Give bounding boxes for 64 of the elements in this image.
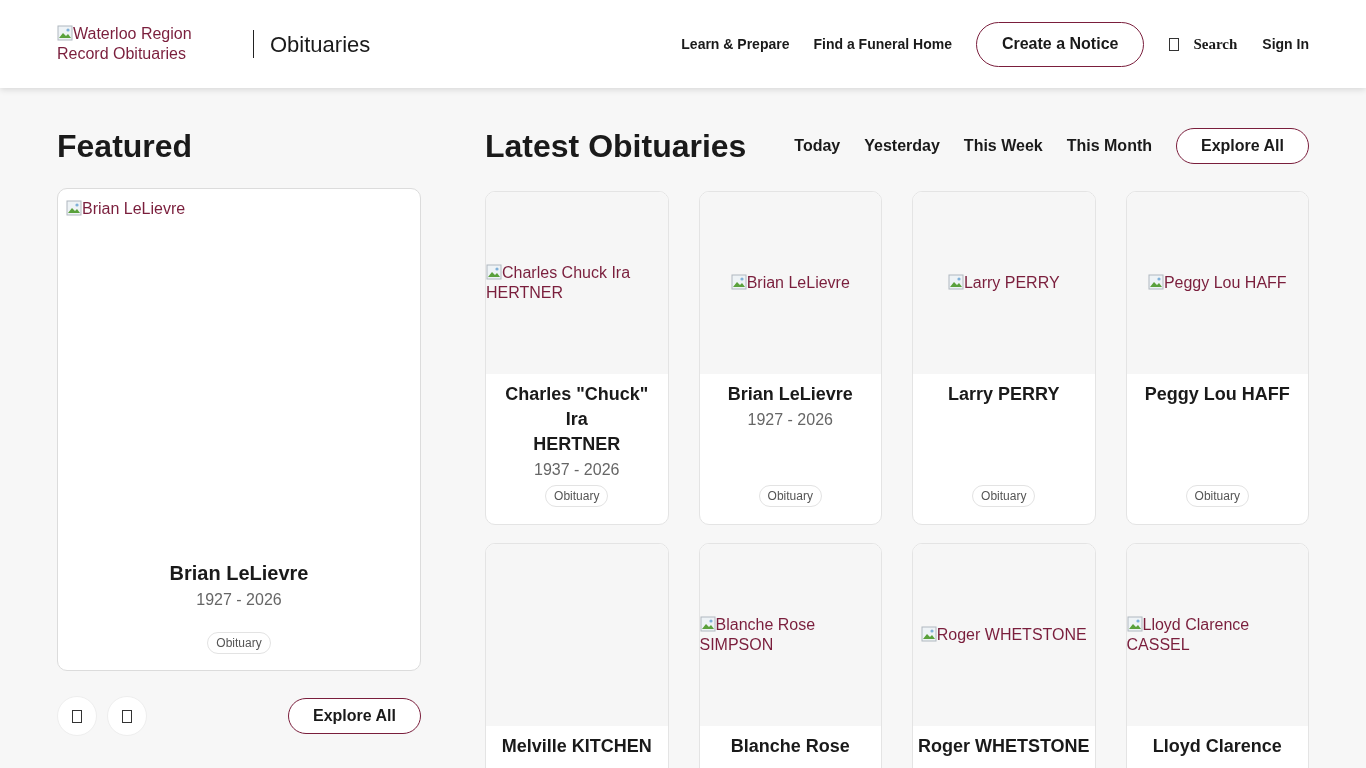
image-alt-text: Roger WHETSTONE	[920, 625, 1087, 645]
date-filter-tab[interactable]: This Month	[1066, 134, 1152, 158]
image-alt-text: Larry PERRY	[947, 273, 1060, 293]
image-alt-text: Brian LeLievre	[66, 200, 186, 217]
date-filter-tab[interactable]: Today	[794, 134, 841, 158]
featured-name: Brian LeLievre	[169, 561, 309, 586]
obituary-dates: 1937 - 2026	[534, 460, 620, 480]
obituary-dates: 1927 - 2026	[747, 410, 833, 430]
image-alt-text: Brian LeLievre	[730, 273, 850, 293]
obituary-card[interactable]: Brian LeLievre Brian LeLievre 1927 - 2026 Obituary	[698, 191, 882, 525]
create-notice-button[interactable]: Create a Notice	[975, 21, 1145, 67]
logo-alt-text[interactable]: Waterloo Region Record Obituaries	[57, 24, 207, 64]
obituary-card[interactable]: Lloyd Clarence CASSEL Lloyd Clarence	[1125, 543, 1309, 768]
explore-all-button[interactable]: Explore All	[288, 698, 421, 734]
obituary-name: Lloyd Clarence	[1152, 735, 1282, 758]
search-button[interactable]: Search	[1169, 32, 1238, 56]
obituary-name: Peggy Lou HAFF	[1144, 383, 1290, 406]
broken-image-icon	[699, 616, 716, 632]
obituary-card[interactable]: Charles Chuck Ira HERTNER Charles "Chuck" Ira HERTNER 1937 - 2026 Obituary	[485, 191, 669, 525]
latest-heading: Latest Obituaries	[485, 127, 747, 166]
featured-card[interactable]: Brian LeLievre Brian LeLievre 1927 - 2026 Obituary	[57, 188, 421, 671]
previous-button[interactable]	[57, 696, 97, 736]
section-title: Obituaries	[270, 30, 371, 59]
next-button[interactable]	[107, 696, 147, 736]
obituary-name: Melville KITCHEN	[501, 735, 652, 758]
obituary-name: Brian LeLievre	[727, 383, 853, 406]
broken-image-icon	[1126, 616, 1143, 632]
obituary-name: Ira	[565, 408, 588, 431]
next-icon	[122, 709, 132, 723]
broken-image-icon	[920, 626, 937, 642]
broken-image-icon	[947, 274, 964, 290]
obituary-card[interactable]: Larry PERRY Larry PERRY Obituary	[912, 191, 1096, 525]
broken-image-icon	[486, 264, 502, 280]
obituary-card[interactable]: Peggy Lou HAFF Peggy Lou HAFF Obituary	[1125, 191, 1309, 525]
search-icon	[1169, 37, 1180, 51]
featured-heading: Featured	[57, 128, 194, 164]
obituary-card[interactable]: Melville KITCHEN	[485, 543, 669, 768]
broken-image-icon	[1147, 274, 1164, 290]
image-alt-text: Charles Chuck Ira HERTNER	[486, 263, 632, 303]
date-filter-tab[interactable]: Yesterday	[864, 134, 940, 158]
image-alt-text: Lloyd Clarence CASSEL	[1126, 615, 1251, 655]
obituary-name: HERTNER	[533, 433, 621, 456]
obituary-card[interactable]: Blanche Rose SIMPSON Blanche Rose	[698, 543, 882, 768]
obituary-tag: Obituary	[1185, 485, 1249, 507]
obituary-name: Larry PERRY	[948, 383, 1060, 406]
obituary-card[interactable]: Roger WHETSTONE Roger WHETSTONE	[912, 543, 1096, 768]
explore-all-button[interactable]: Explore All	[1176, 128, 1309, 164]
date-filter-tab[interactable]: This Week	[963, 134, 1043, 158]
previous-icon	[72, 709, 82, 723]
broken-image-icon	[66, 200, 82, 216]
image-alt-text: Peggy Lou HAFF	[1147, 273, 1287, 293]
obituary-tag: Obituary	[758, 485, 822, 507]
sign-in-link[interactable]: Sign In	[1262, 33, 1309, 55]
nav-link[interactable]: Learn & Prepare	[681, 33, 790, 55]
obituary-name: Charles "Chuck"	[505, 383, 649, 406]
broken-image-icon	[730, 274, 747, 290]
featured-dates: 1927 - 2026	[196, 590, 282, 610]
obituary-name: Roger WHETSTONE	[917, 735, 1090, 758]
obituary-tag: Obituary	[545, 485, 609, 507]
obituary-name: Blanche Rose	[730, 735, 850, 758]
image-alt-text: Blanche Rose SIMPSON	[699, 615, 817, 655]
obituary-tag: Obituary	[972, 485, 1036, 507]
broken-image-icon	[57, 25, 73, 41]
nav-link[interactable]: Find a Funeral Home	[813, 33, 952, 55]
